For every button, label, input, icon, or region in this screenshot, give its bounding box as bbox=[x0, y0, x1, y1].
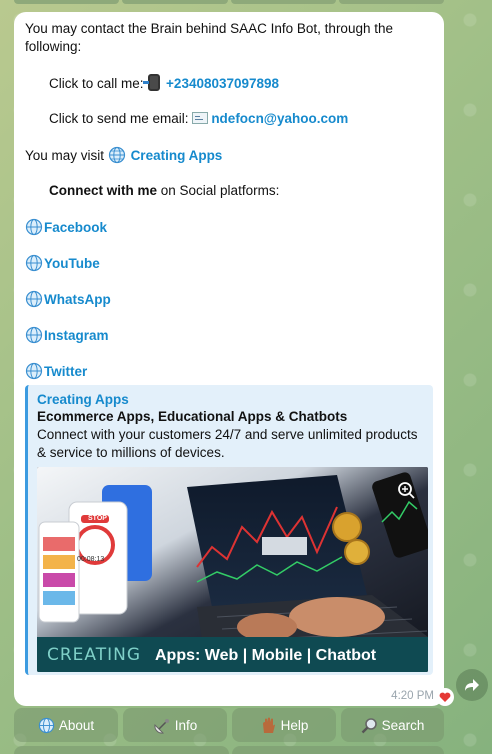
help-button[interactable]: Help bbox=[232, 708, 336, 742]
keyboard-row-2-left bbox=[14, 746, 229, 754]
mobile-phone-icon bbox=[143, 74, 161, 91]
preview-image[interactable]: STOP 00:08:13 CREATING Apps: Web | Mobil… bbox=[37, 467, 428, 672]
heart-reaction-icon[interactable] bbox=[436, 688, 454, 706]
phone-screen-button-text: STOP bbox=[88, 515, 107, 522]
search-button[interactable]: Search bbox=[341, 708, 444, 742]
info-button[interactable]: Info bbox=[123, 708, 227, 742]
globe-icon bbox=[25, 362, 43, 380]
visit-label: You may visit bbox=[25, 148, 108, 163]
globe-icon bbox=[25, 326, 43, 344]
social-youtube[interactable]: YouTube bbox=[25, 254, 100, 273]
globe-icon bbox=[25, 290, 43, 308]
previous-buttons-strip bbox=[14, 0, 444, 4]
call-line: Click to call me: +23408037097898 bbox=[49, 74, 279, 93]
creating-apps-link[interactable]: Creating Apps bbox=[131, 148, 223, 163]
banner-brand: CREATING bbox=[47, 645, 142, 665]
magnifier-icon bbox=[361, 717, 377, 733]
intro-text: You may contact the Brain behind SAAC In… bbox=[25, 21, 393, 54]
email-link[interactable]: ndefocn@yahoo.com bbox=[211, 111, 348, 126]
share-button[interactable] bbox=[456, 669, 488, 701]
social-whatsapp[interactable]: WhatsApp bbox=[25, 290, 111, 309]
keyboard-row-2-right bbox=[232, 746, 444, 754]
globe-icon bbox=[25, 218, 43, 236]
info-label: Info bbox=[174, 717, 198, 733]
about-label: About bbox=[58, 717, 95, 733]
social-twitter[interactable]: Twitter bbox=[25, 362, 87, 381]
youtube-link[interactable]: YouTube bbox=[44, 256, 100, 271]
visit-line: You may visit Creating Apps bbox=[25, 146, 222, 165]
preview-site-name: Creating Apps bbox=[37, 392, 129, 407]
raised-hand-icon bbox=[262, 717, 275, 733]
facebook-link[interactable]: Facebook bbox=[44, 220, 107, 235]
globe-icon bbox=[25, 254, 43, 272]
link-preview[interactable]: Creating Apps Ecommerce Apps, Educationa… bbox=[25, 385, 433, 675]
social-facebook[interactable]: Facebook bbox=[25, 218, 107, 237]
call-label: Click to call me: bbox=[49, 76, 148, 91]
preview-title: Ecommerce Apps, Educational Apps & Chatb… bbox=[37, 409, 348, 424]
help-label: Help bbox=[280, 717, 309, 733]
email-line: Click to send me email: ndefocn@yahoo.co… bbox=[49, 110, 348, 128]
email-label: Click to send me email: bbox=[49, 111, 193, 126]
connect-line: Connect with me on Social platforms: bbox=[49, 182, 279, 200]
instagram-link[interactable]: Instagram bbox=[44, 328, 109, 343]
banner-text: Apps: Web | Mobile | Chatbot bbox=[155, 647, 377, 664]
message-bubble: You may contact the Brain behind SAAC In… bbox=[14, 12, 444, 706]
phone-link[interactable]: +23408037097898 bbox=[166, 76, 279, 91]
preview-banner-graphic bbox=[37, 467, 428, 672]
message-time: 4:20 PM bbox=[391, 690, 434, 702]
connect-bold: Connect with me bbox=[49, 183, 158, 198]
twitter-link[interactable]: Twitter bbox=[44, 364, 87, 379]
connect-rest: on Social platforms: bbox=[157, 183, 280, 198]
inline-keyboard: About Info Help Search bbox=[14, 708, 444, 754]
globe-icon bbox=[38, 717, 55, 733]
phone-screen-time: 00:08:13 bbox=[77, 556, 105, 563]
whatsapp-link[interactable]: WhatsApp bbox=[44, 292, 111, 307]
forward-arrow-icon bbox=[465, 679, 479, 691]
satellite-icon bbox=[154, 718, 169, 734]
globe-icon bbox=[108, 146, 125, 164]
email-icon bbox=[192, 112, 209, 124]
preview-description: Connect with your customers 24/7 and ser… bbox=[37, 427, 418, 460]
search-label: Search bbox=[381, 717, 425, 733]
social-instagram[interactable]: Instagram bbox=[25, 326, 109, 345]
zoom-icon[interactable] bbox=[395, 479, 417, 501]
about-button[interactable]: About bbox=[14, 708, 118, 742]
